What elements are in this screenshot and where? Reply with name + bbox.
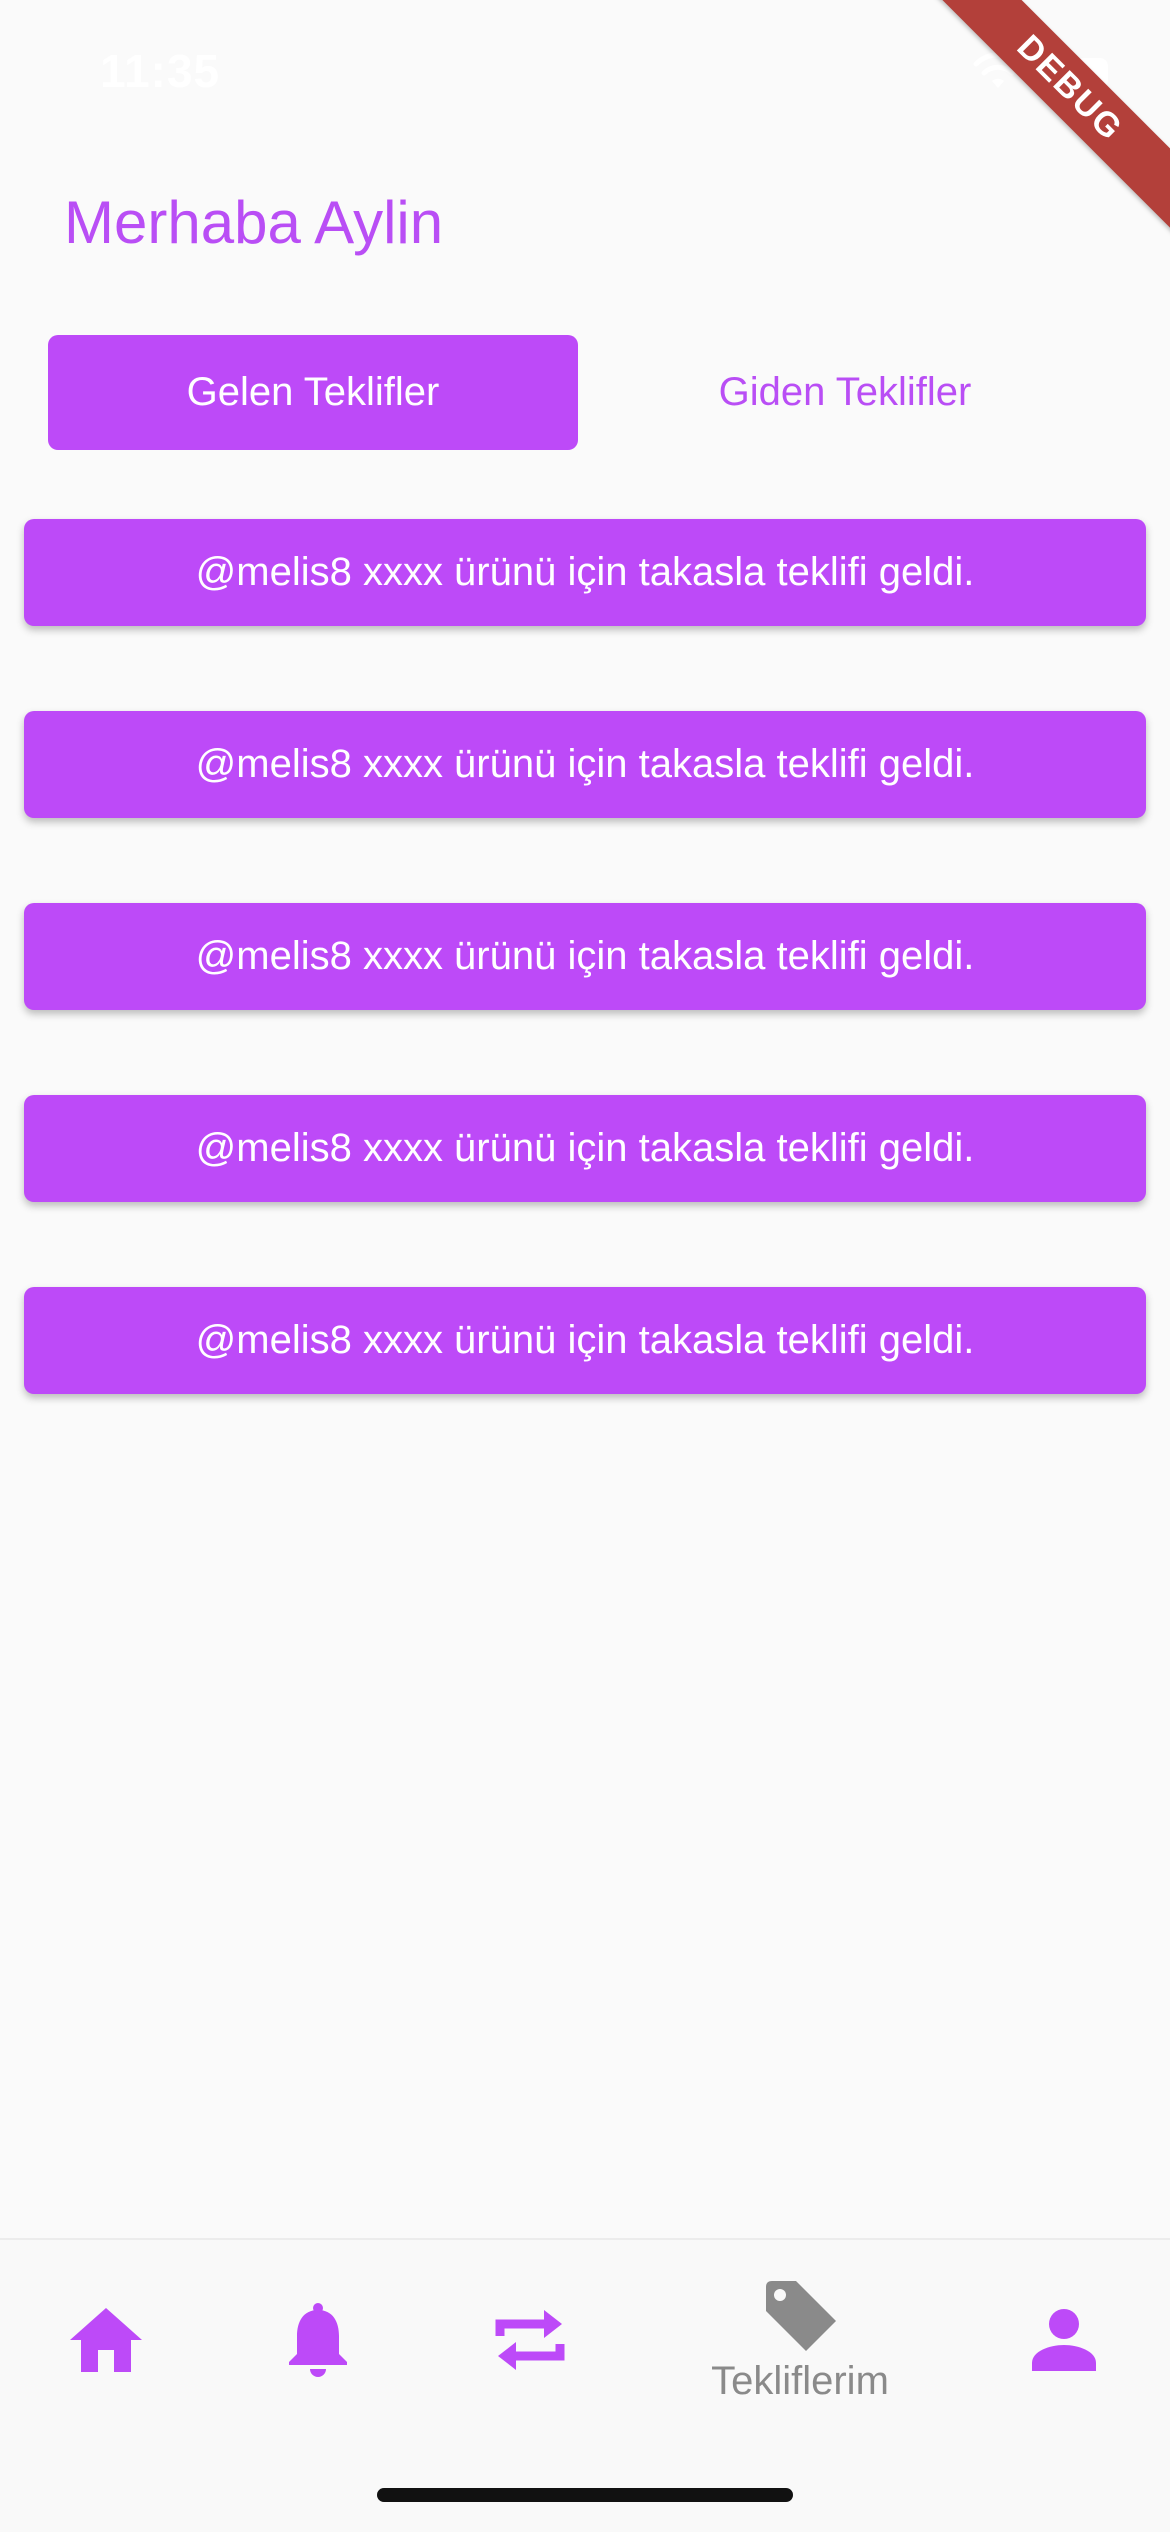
screen: 11:35 DEBUG Merhaba Aylin Gelen Teklifle… — [0, 0, 1170, 2532]
swap-icon — [495, 2310, 565, 2370]
offer-text: @melis8 xxxx ürünü için takasla teklifi … — [195, 1126, 975, 1170]
offer-card[interactable]: @melis8 xxxx ürünü için takasla teklifi … — [24, 903, 1146, 1010]
offer-text: @melis8 xxxx ürünü için takasla teklifi … — [195, 550, 975, 594]
nav-item-my-offers[interactable]: Tekliflerim — [670, 2240, 930, 2440]
greeting-title: Merhaba Aylin — [64, 189, 444, 256]
person-icon — [1032, 2309, 1096, 2371]
nav-item-home[interactable] — [46, 2240, 166, 2440]
status-time: 11:35 — [100, 45, 221, 97]
offer-card[interactable]: @melis8 xxxx ürünü için takasla teklifi … — [24, 711, 1146, 818]
tab-outgoing-offers[interactable]: Giden Teklifler — [580, 335, 1110, 450]
home-indicator[interactable] — [377, 2488, 793, 2502]
offer-card[interactable]: @melis8 xxxx ürünü için takasla teklifi … — [24, 1287, 1146, 1394]
offer-card[interactable]: @melis8 xxxx ürünü için takasla teklifi … — [24, 519, 1146, 626]
offer-list: @melis8 xxxx ürünü için takasla teklifi … — [24, 519, 1146, 1479]
nav-item-my-offers-label: Tekliflerim — [711, 2358, 889, 2403]
tag-icon — [766, 2280, 836, 2351]
offer-text: @melis8 xxxx ürünü için takasla teklifi … — [195, 934, 975, 978]
offer-card[interactable]: @melis8 xxxx ürünü için takasla teklifi … — [24, 1095, 1146, 1202]
bell-icon — [289, 2303, 347, 2377]
nav-item-profile[interactable] — [1004, 2240, 1124, 2440]
tab-incoming-offers-label: Gelen Teklifler — [186, 370, 440, 414]
nav-item-exchange[interactable] — [470, 2240, 590, 2440]
home-icon — [70, 2308, 142, 2372]
nav-item-notifications[interactable] — [258, 2240, 378, 2440]
offer-text: @melis8 xxxx ürünü için takasla teklifi … — [195, 742, 975, 786]
tab-outgoing-offers-label: Giden Teklifler — [718, 370, 972, 414]
tab-incoming-offers[interactable]: Gelen Teklifler — [48, 335, 578, 450]
offer-text: @melis8 xxxx ürünü için takasla teklifi … — [195, 1318, 975, 1362]
